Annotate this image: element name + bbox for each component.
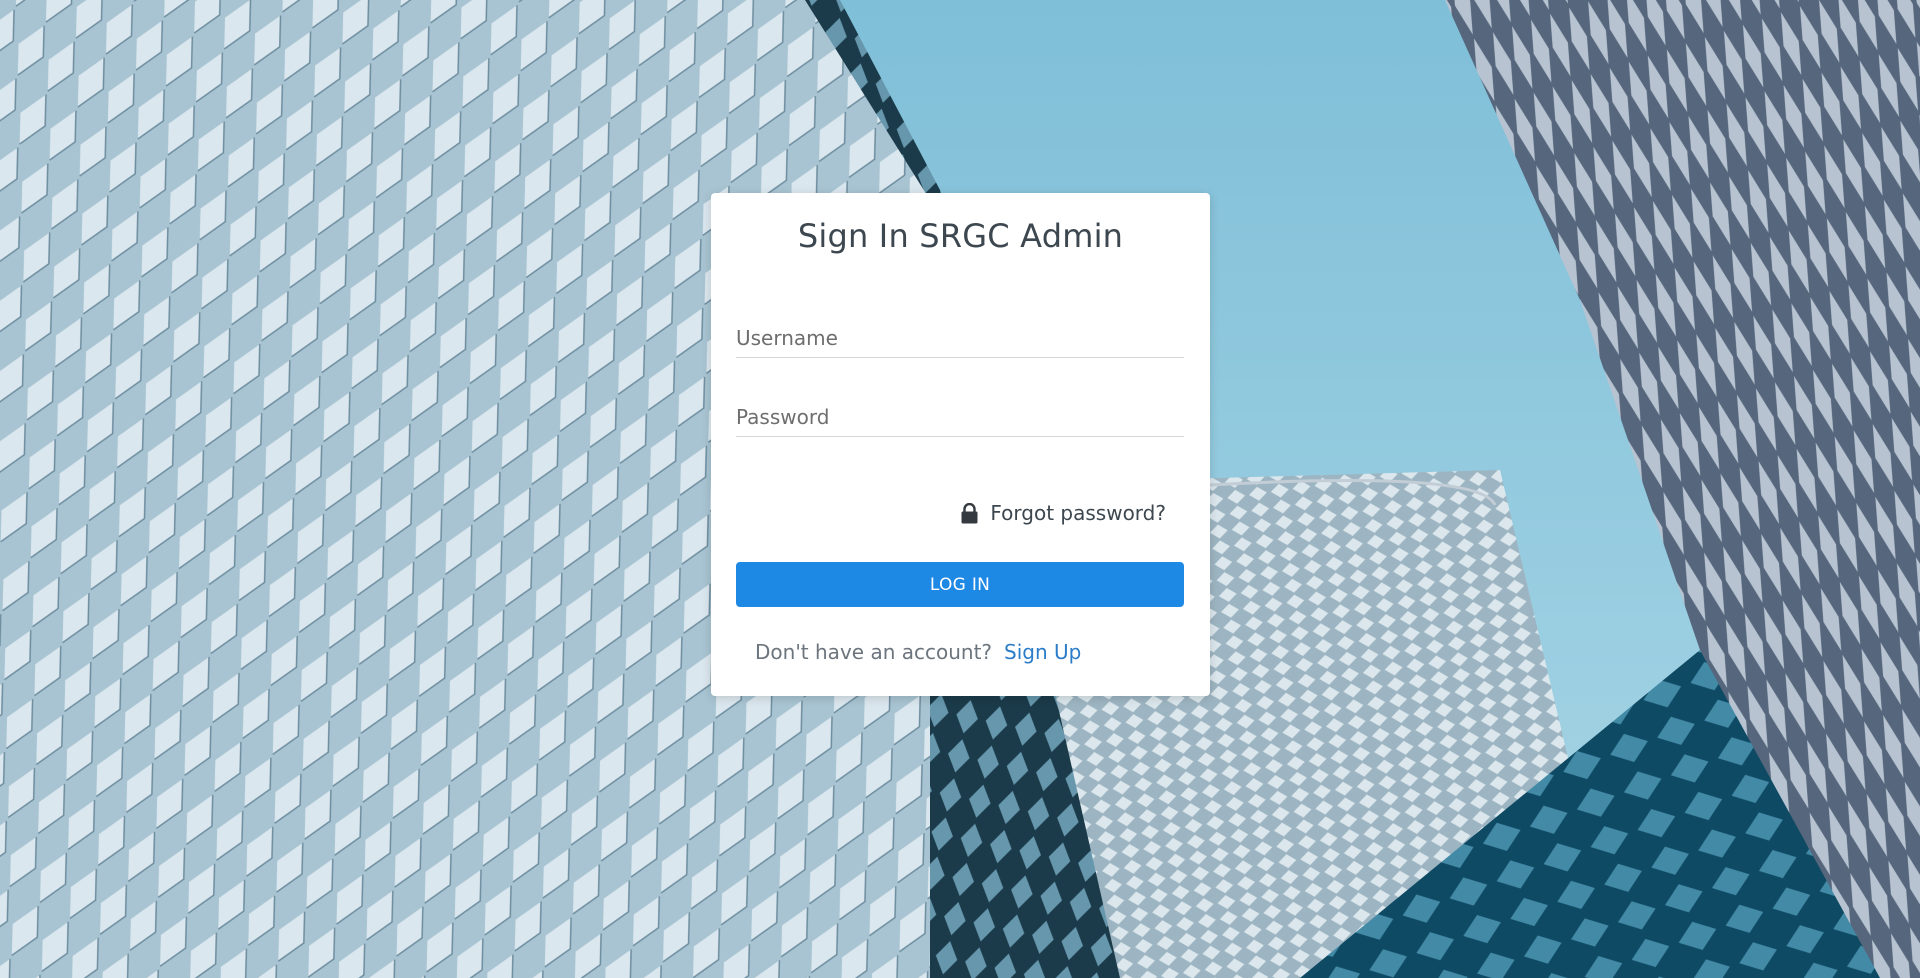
login-button[interactable]: LOG IN — [736, 562, 1184, 607]
username-input[interactable] — [736, 318, 1184, 358]
login-card: Sign In SRGC Admin Forgot password? LOG … — [711, 193, 1210, 696]
no-account-text: Don't have an account? — [755, 640, 993, 664]
signup-prompt: Don't have an account? Sign Up — [755, 640, 1081, 664]
forgot-password-label: Forgot password? — [990, 501, 1166, 525]
lock-icon — [961, 502, 978, 524]
forgot-password-link[interactable]: Forgot password? — [961, 501, 1166, 525]
page-title: Sign In SRGC Admin — [797, 217, 1124, 255]
signup-link[interactable]: Sign Up — [1004, 640, 1081, 664]
password-input[interactable] — [736, 397, 1184, 437]
